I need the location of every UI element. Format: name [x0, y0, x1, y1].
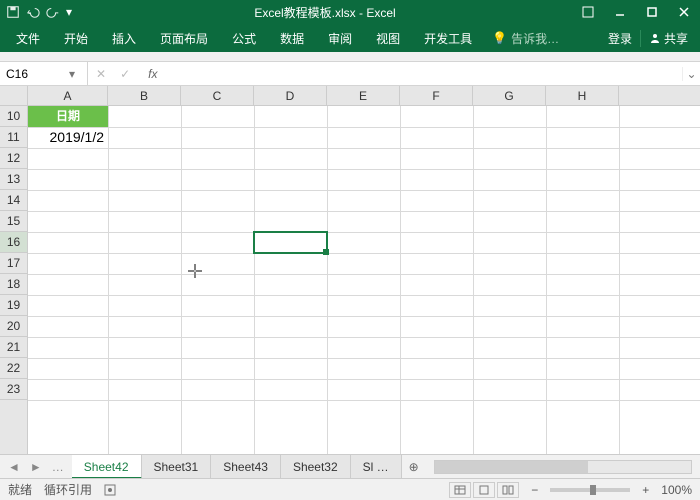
sheet-nav-more-icon[interactable]: … [48, 460, 68, 474]
cancel-formula-icon[interactable]: ✕ [96, 67, 106, 81]
row-header[interactable]: 21 [0, 337, 27, 358]
row-header[interactable]: 15 [0, 211, 27, 232]
row-header[interactable]: 17 [0, 253, 27, 274]
undo-icon[interactable] [26, 5, 40, 19]
macro-record-icon[interactable] [104, 484, 116, 496]
select-all-corner[interactable] [0, 86, 28, 105]
row-header[interactable]: 22 [0, 358, 27, 379]
row-headers: 10 11 12 13 14 15 16 17 18 19 20 21 22 2… [0, 106, 28, 454]
col-header-F[interactable]: F [400, 86, 473, 105]
sheet-tab[interactable]: Sheet31 [142, 455, 212, 479]
fx-icon[interactable]: fx [144, 67, 161, 81]
column-headers: A B C D E F G H [0, 86, 700, 106]
cell-A11[interactable]: 2019/1/2 [28, 127, 108, 148]
page-layout-view-icon[interactable] [473, 482, 495, 498]
row-header[interactable]: 18 [0, 274, 27, 295]
share-button[interactable]: 共享 [640, 30, 696, 47]
sheet-tab[interactable]: Sl … [351, 455, 402, 479]
cell-cursor-icon [188, 264, 202, 278]
row-header[interactable]: 20 [0, 316, 27, 337]
cells-canvas[interactable]: 日期 2019/1/2 [28, 106, 700, 454]
row-header[interactable]: 11 [0, 127, 27, 148]
col-header-H[interactable]: H [546, 86, 619, 105]
col-header-D[interactable]: D [254, 86, 327, 105]
row-header[interactable]: 16 [0, 232, 27, 253]
save-icon[interactable] [6, 5, 20, 19]
spreadsheet-grid: A B C D E F G H 10 11 12 13 14 15 16 17 … [0, 86, 700, 454]
row-header[interactable]: 12 [0, 148, 27, 169]
tab-home[interactable]: 开始 [52, 24, 100, 52]
sheet-tab[interactable]: Sheet32 [281, 455, 351, 479]
tab-insert[interactable]: 插入 [100, 24, 148, 52]
tab-review[interactable]: 审阅 [316, 24, 364, 52]
enter-formula-icon[interactable]: ✓ [120, 67, 130, 81]
quick-access-toolbar: ▾ [0, 5, 78, 19]
name-box-value: C16 [6, 67, 28, 81]
col-header-C[interactable]: C [181, 86, 254, 105]
close-icon[interactable] [668, 0, 700, 24]
col-header-A[interactable]: A [28, 86, 108, 105]
tab-developer[interactable]: 开发工具 [412, 24, 484, 52]
row-header[interactable]: 13 [0, 169, 27, 190]
page-break-view-icon[interactable] [497, 482, 519, 498]
tab-data[interactable]: 数据 [268, 24, 316, 52]
tab-file[interactable]: 文件 [4, 24, 52, 52]
ribbon-options-icon[interactable] [572, 0, 604, 24]
maximize-icon[interactable] [636, 0, 668, 24]
col-header-E[interactable]: E [327, 86, 400, 105]
zoom-level[interactable]: 100% [661, 483, 692, 497]
sheet-tab-bar: ◄ ► … Sheet42 Sheet31 Sheet43 Sheet32 Sl… [0, 454, 700, 478]
window-title: Excel教程模板.xlsx - Excel [78, 4, 572, 21]
view-buttons [449, 482, 519, 498]
title-bar: ▾ Excel教程模板.xlsx - Excel [0, 0, 700, 24]
zoom-in-button[interactable]: + [642, 483, 649, 497]
status-circular-ref: 循环引用 [44, 481, 92, 498]
tab-view[interactable]: 视图 [364, 24, 412, 52]
row-header[interactable]: 14 [0, 190, 27, 211]
zoom-slider[interactable] [550, 488, 630, 492]
sheet-nav: ◄ ► … [0, 460, 72, 474]
col-header-B[interactable]: B [108, 86, 181, 105]
tab-formulas[interactable]: 公式 [220, 24, 268, 52]
sheet-nav-prev-icon[interactable]: ◄ [4, 460, 24, 474]
name-box-dropdown-icon[interactable]: ▾ [69, 67, 81, 81]
formula-bar-row: C16 ▾ ✕ ✓ fx ⌄ [0, 62, 700, 86]
horizontal-scrollbar[interactable] [434, 460, 692, 474]
add-sheet-icon[interactable]: ⊕ [402, 460, 426, 474]
lightbulb-icon: 💡 [492, 31, 507, 45]
sheet-tab[interactable]: Sheet43 [211, 455, 281, 479]
row-header[interactable]: 19 [0, 295, 27, 316]
ribbon-tabs: 文件 开始 插入 页面布局 公式 数据 审阅 视图 开发工具 💡 告诉我… 登录… [0, 24, 700, 52]
minimize-icon[interactable] [604, 0, 636, 24]
qat-dropdown-icon[interactable]: ▾ [66, 5, 72, 19]
status-bar: 就绪 循环引用 − + 100% [0, 478, 700, 500]
row-header[interactable]: 10 [0, 106, 27, 127]
normal-view-icon[interactable] [449, 482, 471, 498]
tell-me-placeholder: 告诉我… [511, 30, 559, 47]
status-ready: 就绪 [8, 481, 32, 498]
cell-A10[interactable]: 日期 [28, 106, 108, 127]
redo-icon[interactable] [46, 5, 60, 19]
row-header[interactable]: 23 [0, 379, 27, 400]
col-header-G[interactable]: G [473, 86, 546, 105]
tell-me-search[interactable]: 💡 告诉我… [484, 30, 600, 47]
tab-page-layout[interactable]: 页面布局 [148, 24, 220, 52]
active-cell-selection [253, 231, 328, 254]
fill-handle[interactable] [323, 249, 329, 255]
ribbon-collapsed-body [0, 52, 700, 62]
share-label: 共享 [664, 30, 688, 47]
login-button[interactable]: 登录 [600, 30, 640, 47]
share-icon [649, 32, 661, 44]
formula-bar-expand-icon[interactable]: ⌄ [682, 67, 700, 81]
name-box[interactable]: C16 ▾ [0, 62, 88, 86]
sheet-tab-active[interactable]: Sheet42 [72, 455, 142, 479]
zoom-out-button[interactable]: − [531, 483, 538, 497]
sheet-nav-next-icon[interactable]: ► [26, 460, 46, 474]
